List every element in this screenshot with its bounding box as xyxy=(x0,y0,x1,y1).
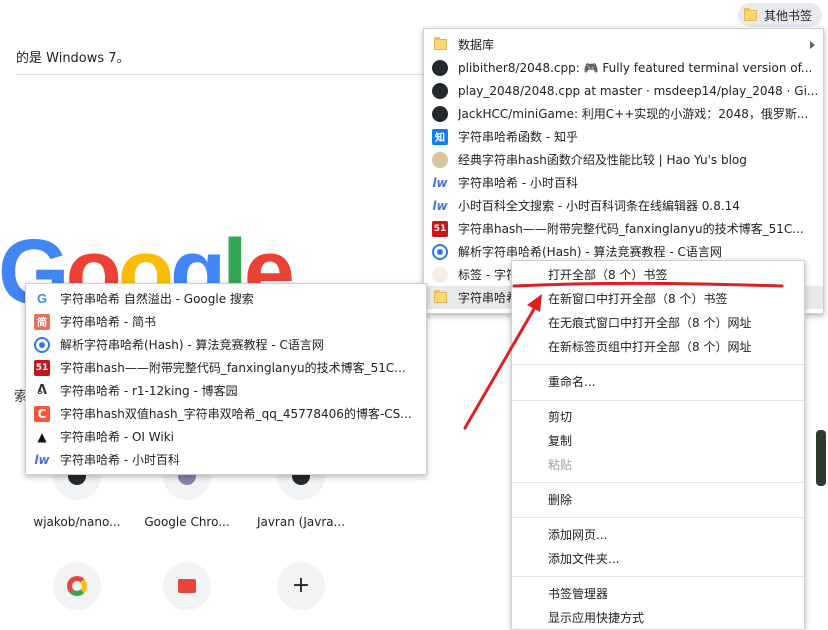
menu-separator xyxy=(512,576,804,577)
graduation-cap-icon: ▲ xyxy=(37,429,47,444)
menu-add-page[interactable]: 添加网页... xyxy=(512,524,804,547)
folder-icon xyxy=(744,7,757,21)
bookmark-item[interactable]: 经典字符串hash函数介绍及性能比较 | Hao Yu's blog xyxy=(424,148,823,171)
bookmark-item[interactable]: 51 字符串hash——附带完整代码_fanxinglanyu的技术博客_51C… xyxy=(26,356,426,379)
bookmark-folder-database[interactable]: 数据库 xyxy=(424,33,823,56)
page-notice-text: 的是 Windows 7。 xyxy=(16,51,130,66)
github-icon xyxy=(432,59,448,76)
menu-rename[interactable]: 重命名... xyxy=(512,371,804,394)
plus-icon: + xyxy=(291,573,311,598)
chevron-right-icon xyxy=(810,40,815,49)
bookmark-item[interactable]: 简 字符串哈希 - 简书 xyxy=(26,310,426,333)
menu-separator xyxy=(512,364,804,365)
side-widget xyxy=(816,430,826,486)
bookmark-item[interactable]: play_2048/2048.cpp at master · msdeep14/… xyxy=(424,79,823,102)
shortcut-label-1: wjakob/nano... xyxy=(33,515,121,529)
menu-open-all-incognito[interactable]: 在无痕式窗口中打开全部（8 个）网址 xyxy=(512,312,804,335)
shortcut-label-2: Google Chro... xyxy=(144,515,230,529)
clang-icon xyxy=(432,243,448,260)
zhihu-icon: 知 xyxy=(432,128,448,145)
bookmark-item[interactable]: 51 字符串hash——附带完整代码_fanxinglanyu的技术博客_51C… xyxy=(424,217,823,240)
folder-icon xyxy=(432,37,448,53)
bookmark-item[interactable]: G 字符串哈希 自然溢出 - Google 搜索 xyxy=(26,287,426,310)
github-icon xyxy=(432,105,448,122)
chrome-web-store-icon xyxy=(178,579,196,593)
bookmark-item[interactable]: JackHCC/miniGame: 利用C++实现的小游戏：2048，俄罗斯..… xyxy=(424,102,823,125)
bookmark-item[interactable]: lw 小时百科全文搜索 - 小时百科词条在线编辑器 0.8.14 xyxy=(424,194,823,217)
51cto-icon: 51 xyxy=(432,220,448,237)
bookmark-item[interactable]: C 字符串hash双值hash_字符串双哈希_qq_45778406的博客-CS… xyxy=(26,402,426,425)
csdn-icon: C xyxy=(34,405,50,422)
divider xyxy=(16,74,436,75)
bookmark-item[interactable]: ▲ 字符串哈希 - OI Wiki xyxy=(26,425,426,448)
bookmark-item[interactable]: lw 字符串哈希 - 小时百科 xyxy=(26,448,426,471)
folder-context-menu: 打开全部（8 个）书签 在新窗口中打开全部（8 个）书签 在无痕式窗口中打开全部… xyxy=(511,260,805,629)
shortcut-tile-4[interactable] xyxy=(53,562,101,610)
menu-open-all-new-window[interactable]: 在新窗口中打开全部（8 个）书签 xyxy=(512,288,804,311)
menu-bookmark-manager[interactable]: 书签管理器 xyxy=(512,583,804,606)
add-shortcut-button[interactable]: + xyxy=(277,562,325,610)
xiaoshi-icon: lw xyxy=(34,452,50,467)
bookmark-item[interactable]: plibither8/2048.cpp: 🎮 Fully featured te… xyxy=(424,56,823,79)
bookmark-item[interactable]: 解析字符串哈希(Hash) - 算法竞赛教程 - C语言网 xyxy=(26,333,426,356)
menu-add-folder[interactable]: 添加文件夹... xyxy=(512,548,804,571)
menu-open-all-tab-group[interactable]: 在新标签页组中打开全部（8 个）网址 xyxy=(512,336,804,359)
menu-separator xyxy=(512,482,804,483)
cnblogs-icon: ᕕ xyxy=(36,383,48,398)
google-icon: G xyxy=(36,291,48,306)
other-bookmarks-label: 其他书签 xyxy=(764,8,813,23)
bookmark-item[interactable]: ᕕ 字符串哈希 - r1-12king - 博客园 xyxy=(26,379,426,402)
bookmark-item[interactable]: 知 字符串哈希函数 - 知乎 xyxy=(424,125,823,148)
jianshu-icon: 简 xyxy=(34,313,50,330)
clang-icon xyxy=(34,336,50,353)
other-bookmarks-button[interactable]: 其他书签 xyxy=(738,3,822,27)
menu-copy[interactable]: 复制 xyxy=(512,430,804,453)
chrome-icon xyxy=(67,576,87,596)
menu-open-all[interactable]: 打开全部（8 个）书签 xyxy=(512,264,804,287)
bookmarks-bar: 其他书签 xyxy=(0,0,828,30)
haoyu-icon xyxy=(432,151,448,168)
menu-delete[interactable]: 删除 xyxy=(512,489,804,512)
folder-icon xyxy=(432,290,448,306)
menu-cut[interactable]: 剪切 xyxy=(512,406,804,429)
menu-separator xyxy=(512,517,804,518)
menu-show-apps-shortcut[interactable]: 显示应用快捷方式 xyxy=(512,607,804,630)
xiaoshi-icon: lw xyxy=(432,198,448,213)
51cto-icon: 51 xyxy=(34,359,50,376)
menu-paste[interactable]: 粘贴 xyxy=(512,454,804,477)
string-hash-folder-menu: G 字符串哈希 自然溢出 - Google 搜索 简 字符串哈希 - 简书 解析… xyxy=(25,283,427,475)
xiaoshi-icon: lw xyxy=(432,175,448,190)
menu-separator xyxy=(512,400,804,401)
shortcut-tile-5[interactable] xyxy=(163,562,211,610)
avatar-icon xyxy=(432,266,448,283)
github-icon xyxy=(432,82,448,99)
bookmark-item[interactable]: lw 字符串哈希 - 小时百科 xyxy=(424,171,823,194)
shortcut-label-3: Javran (Javra... xyxy=(256,515,346,529)
